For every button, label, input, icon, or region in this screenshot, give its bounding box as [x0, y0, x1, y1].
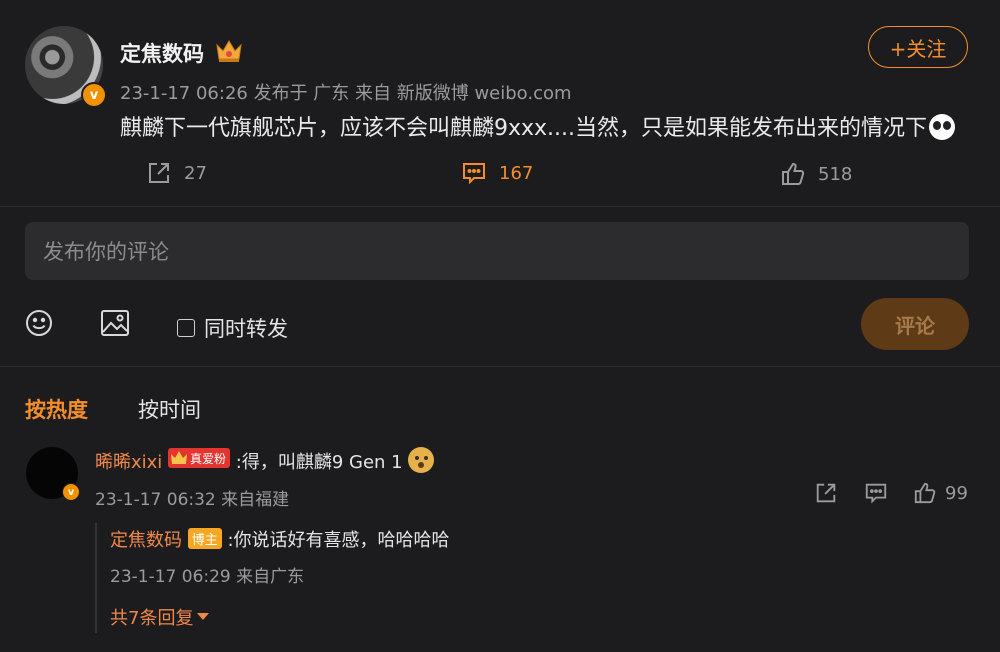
reply-author-name[interactable]: 定焦数码	[110, 530, 182, 551]
post-divider	[0, 206, 1000, 207]
comment-input-placeholder: 发布你的评论	[43, 240, 169, 264]
post-meta: 23-1-17 06:26 发布于 广东 来自 新版微博 weibo.com	[120, 83, 572, 104]
caret-down-icon	[197, 613, 210, 621]
verified-badge: v	[81, 82, 107, 108]
repost-button[interactable]: 27	[146, 160, 207, 186]
comment-like-icon	[913, 481, 937, 505]
comment-line: 晞晞xixi 真爱粉 :得，叫麒麟9 Gen 1	[95, 447, 435, 474]
tab-sort-time[interactable]: 按时间	[138, 394, 201, 424]
emoji-icon[interactable]	[25, 309, 53, 337]
post-content-text: 麒麟下一代旗舰芯片，应该不会叫麒麟9xxx....当然，只是如果能发布出来的情况…	[120, 116, 928, 141]
tab-sort-hot[interactable]: 按热度	[25, 394, 88, 424]
comment-button[interactable]: 167	[461, 160, 533, 186]
reply-meta: 23-1-17 06:29 来自广东	[110, 567, 305, 587]
comment-text: :得，叫麒麟9 Gen 1	[235, 452, 403, 473]
post-author-name[interactable]: 定焦数码	[120, 38, 204, 68]
repost-checkbox[interactable]	[177, 319, 195, 337]
panda-emoji-icon	[929, 114, 956, 140]
repost-icon	[146, 160, 172, 186]
fan-badge: 真爱粉	[168, 448, 231, 468]
more-replies-link[interactable]: 共7条回复	[110, 604, 210, 630]
reply-line: 定焦数码 博主 :你说话好有喜感，哈哈哈哈	[110, 526, 450, 552]
follow-button[interactable]: +关注	[868, 26, 968, 68]
crown-icon	[214, 38, 244, 64]
commenter-name[interactable]: 晞晞xixi	[95, 452, 162, 473]
fan-crown-icon	[170, 450, 188, 466]
comment-count: 167	[499, 162, 534, 184]
doge-emoji-icon	[408, 447, 435, 473]
repost-toggle[interactable]: 同时转发	[177, 313, 288, 343]
fan-badge-label: 真爱粉	[190, 451, 227, 466]
host-badge: 博主	[187, 528, 222, 549]
commenter-verified-badge: v	[62, 483, 80, 501]
repost-count: 27	[184, 162, 207, 184]
comment-input[interactable]: 发布你的评论	[25, 222, 969, 280]
reply-thread-line	[95, 523, 97, 633]
comment-meta: 23-1-17 06:32 来自福建	[95, 490, 290, 510]
comment-reply-icon[interactable]	[864, 481, 888, 505]
comment-repost-icon[interactable]	[814, 481, 838, 505]
input-divider	[0, 366, 1000, 367]
like-count: 518	[818, 163, 853, 185]
image-icon[interactable]	[100, 309, 130, 337]
comment-like-count: 99	[945, 482, 968, 504]
submit-comment-button[interactable]: 评论	[861, 298, 969, 350]
like-icon	[780, 161, 806, 187]
comment-icon	[461, 160, 487, 186]
repost-toggle-label: 同时转发	[204, 317, 288, 341]
post-content: 麒麟下一代旗舰芯片，应该不会叫麒麟9xxx....当然，只是如果能发布出来的情况…	[120, 110, 956, 142]
comment-like-button[interactable]: 99	[913, 481, 968, 505]
more-replies-label: 共7条回复	[110, 608, 194, 629]
reply-text: :你说话好有喜感，哈哈哈哈	[227, 530, 450, 551]
like-button[interactable]: 518	[780, 161, 852, 187]
